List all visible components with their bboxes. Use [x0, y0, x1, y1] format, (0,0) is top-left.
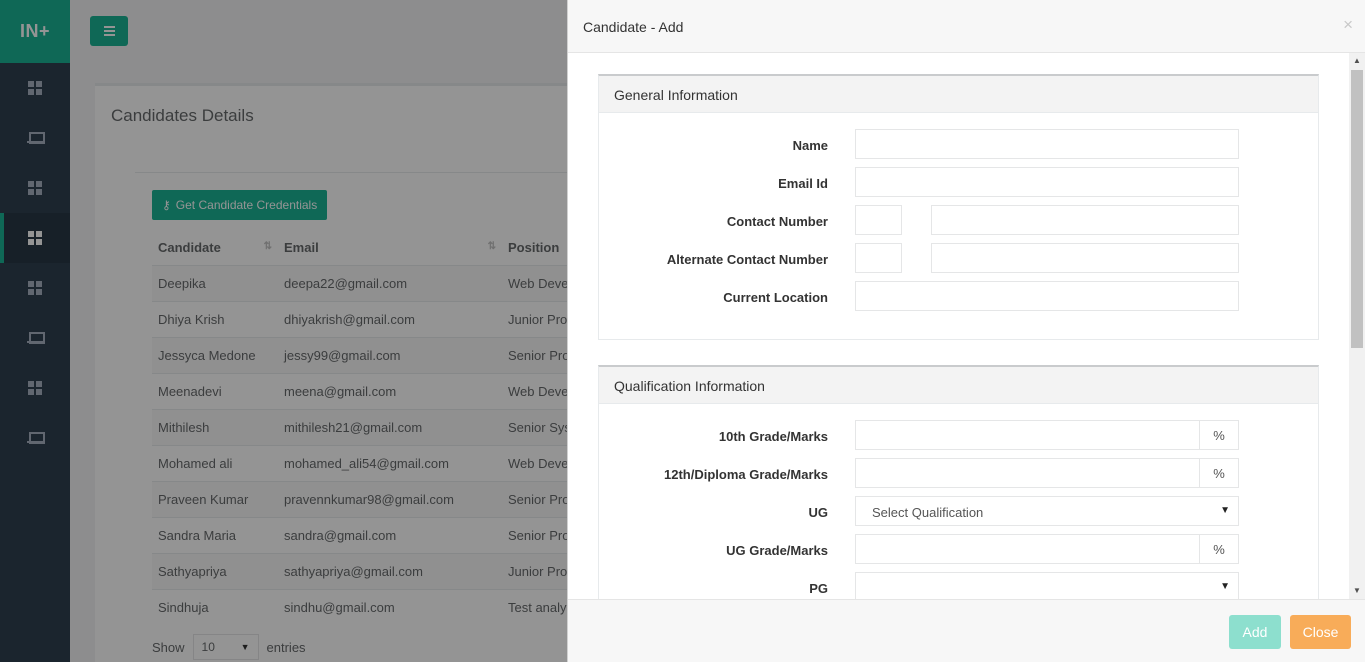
pg-row: PG ▼ — [599, 572, 1320, 599]
ug-marks-row: UG Grade/Marks % — [599, 534, 1320, 564]
location-label: Current Location — [723, 290, 828, 305]
alt-contact-country-code-input[interactable] — [855, 243, 902, 273]
twelfth-row: 12th/Diploma Grade/Marks % — [599, 458, 1320, 488]
modal-header: Candidate - Add × — [568, 0, 1365, 53]
caret-down-icon: ▼ — [1220, 505, 1230, 516]
qualification-information-heading: Qualification Information — [599, 367, 1318, 404]
pg-select[interactable]: ▼ — [855, 572, 1239, 599]
scroll-down-icon[interactable]: ▼ — [1349, 583, 1365, 599]
contact-label: Contact Number — [726, 214, 828, 229]
alt-contact-row: Alternate Contact Number — [599, 243, 1320, 273]
name-row: Name — [599, 129, 1320, 159]
ug-select[interactable]: Select Qualification ▼ — [855, 496, 1239, 526]
percent-addon: % — [1199, 534, 1239, 564]
scroll-up-icon[interactable]: ▲ — [1349, 53, 1365, 69]
contact-country-code-input[interactable] — [855, 205, 902, 235]
caret-down-icon: ▼ — [1220, 581, 1230, 592]
ug-marks-label: UG Grade/Marks — [726, 543, 828, 558]
qualification-information-panel: Qualification Information 10th Grade/Mar… — [598, 365, 1319, 599]
twelfth-marks-input[interactable] — [855, 458, 1200, 488]
close-button[interactable]: Close — [1290, 615, 1351, 649]
pg-label: PG — [809, 581, 828, 596]
tenth-row: 10th Grade/Marks % — [599, 420, 1320, 450]
email-row: Email Id — [599, 167, 1320, 197]
contact-number-input[interactable] — [931, 205, 1239, 235]
modal-title: Candidate - Add — [583, 19, 684, 35]
general-information-heading: General Information — [599, 76, 1318, 113]
name-input[interactable] — [855, 129, 1239, 159]
ug-label: UG — [808, 505, 829, 520]
general-information-panel: General Information Name Email Id Contac… — [598, 74, 1319, 340]
twelfth-label: 12th/Diploma Grade/Marks — [664, 467, 828, 482]
ug-row: UG Select Qualification ▼ — [599, 496, 1320, 526]
ug-marks-input[interactable] — [855, 534, 1200, 564]
modal-scrollbar[interactable]: ▲ ▼ — [1349, 53, 1365, 599]
email-label: Email Id — [778, 176, 828, 191]
scrollbar-thumb[interactable] — [1351, 70, 1363, 348]
modal-body: General Information Name Email Id Contac… — [568, 53, 1350, 599]
modal-footer: Add Close — [568, 599, 1365, 662]
add-button[interactable]: Add — [1229, 615, 1281, 649]
name-label: Name — [792, 138, 828, 153]
email-input[interactable] — [855, 167, 1239, 197]
contact-row: Contact Number — [599, 205, 1320, 235]
percent-addon: % — [1199, 458, 1239, 488]
location-input[interactable] — [855, 281, 1239, 311]
alt-contact-number-input[interactable] — [931, 243, 1239, 273]
tenth-marks-input[interactable] — [855, 420, 1200, 450]
candidate-add-modal: Candidate - Add × General Information Na… — [567, 0, 1365, 662]
tenth-label: 10th Grade/Marks — [718, 429, 828, 444]
percent-addon: % — [1199, 420, 1239, 450]
alt-contact-label: Alternate Contact Number — [666, 252, 828, 267]
location-row: Current Location — [599, 281, 1320, 311]
close-icon[interactable]: × — [1343, 16, 1353, 33]
ug-select-value: Select Qualification — [872, 505, 984, 520]
